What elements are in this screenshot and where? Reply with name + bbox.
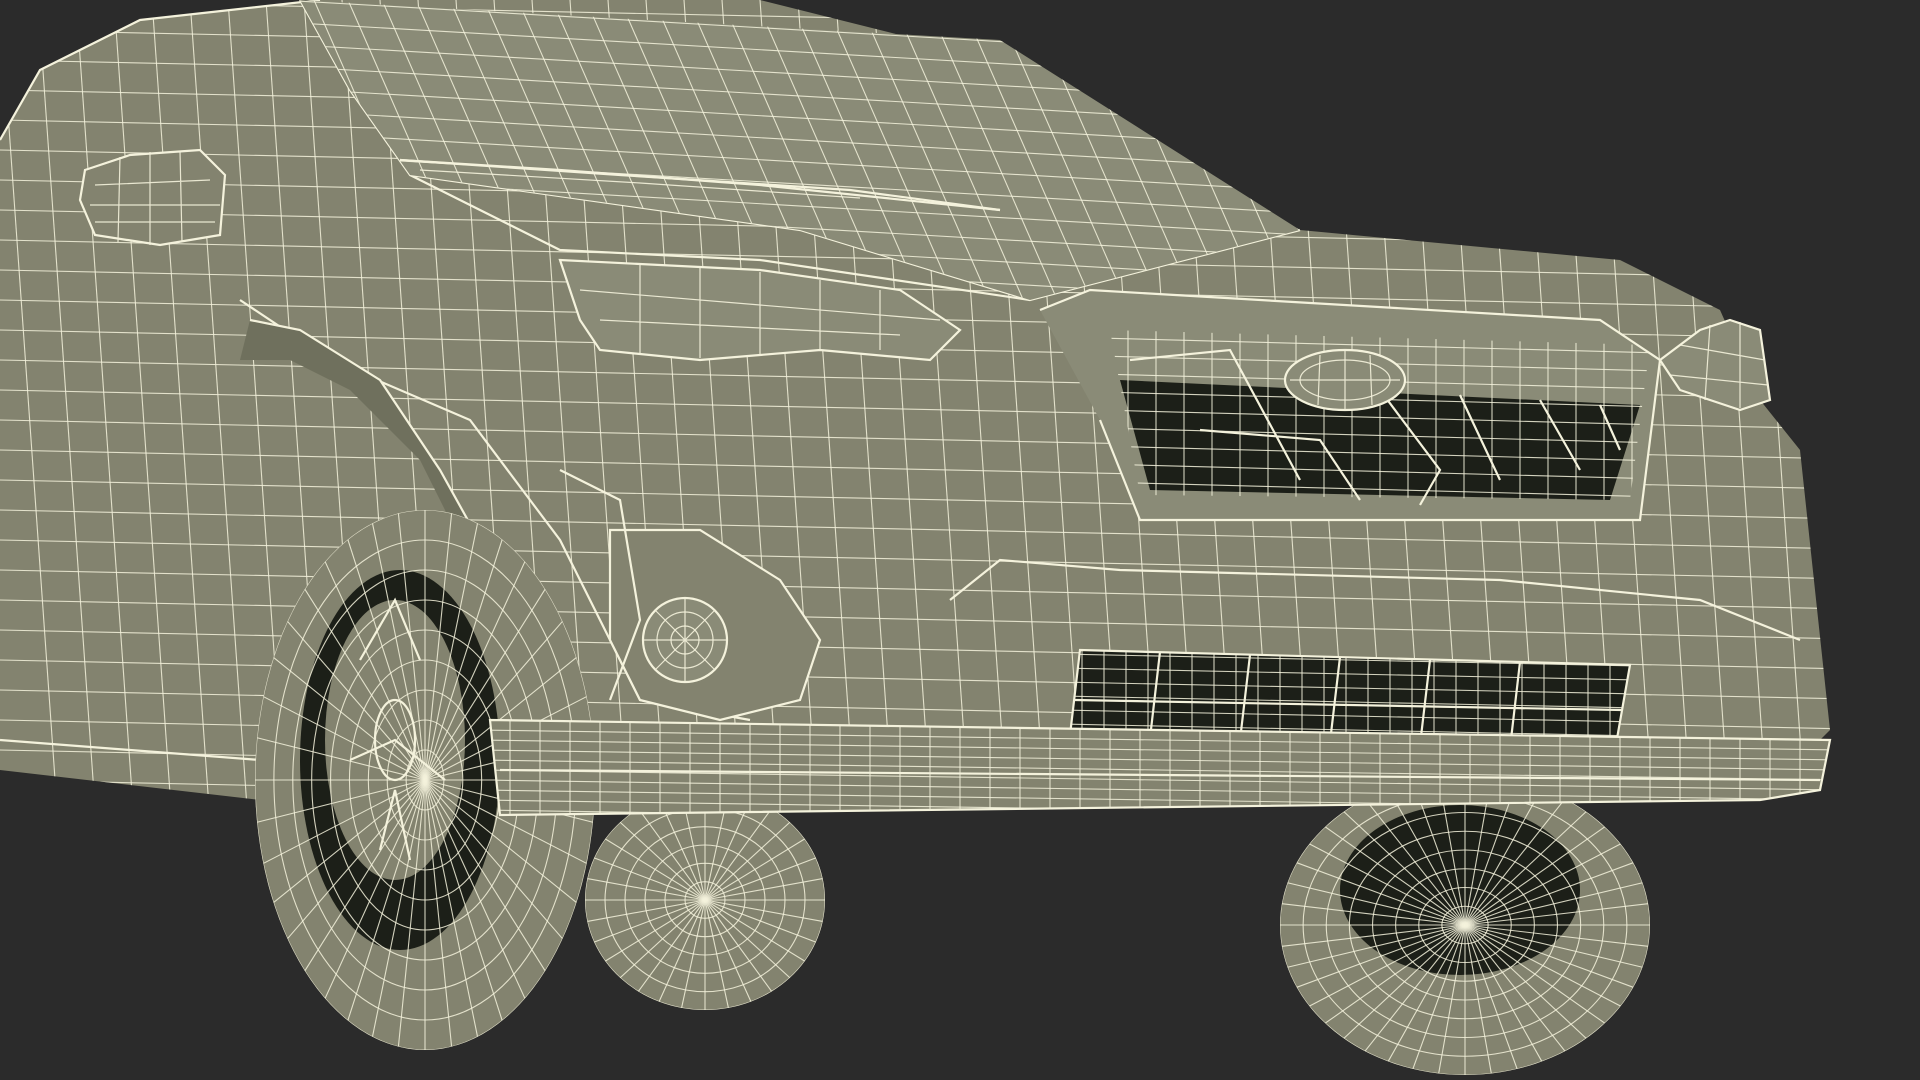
rear-left-tire [585, 790, 825, 1010]
viewport [0, 0, 1920, 1080]
grille [1039, 288, 1662, 522]
rear-right-tire [1280, 775, 1650, 1075]
wireframe-car-render [0, 0, 1920, 1080]
side-mirror [78, 148, 227, 247]
